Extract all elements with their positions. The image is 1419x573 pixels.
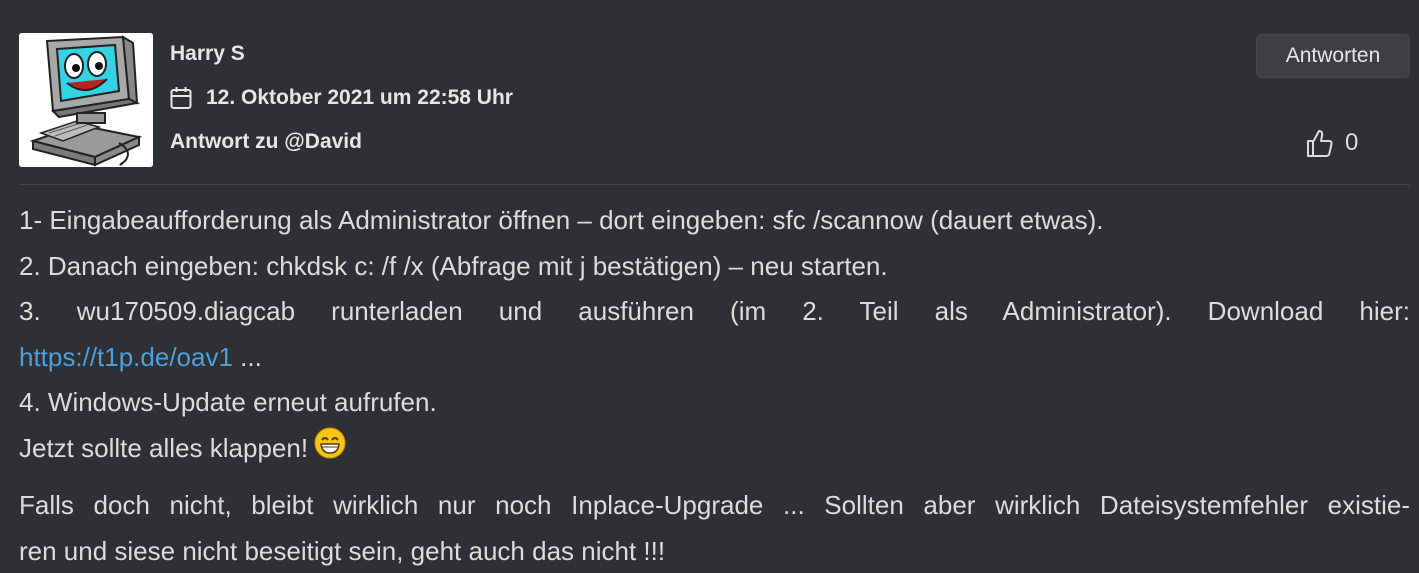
body-line-2: 2. Danach eingeben: chkdsk c: /f /x (Abf…	[19, 250, 888, 281]
thumbs-up-icon	[1305, 128, 1335, 158]
header-divider	[19, 184, 1410, 185]
body-line-4: https://t1p.de/oav1 ...	[19, 335, 1410, 381]
para2-line-2: ren und siese nicht beseitigt sein, geht…	[19, 535, 666, 566]
reply-button[interactable]: Antworten	[1256, 34, 1410, 78]
post-body-paragraph-2: Falls doch nicht, bleibt wirklich nur no…	[19, 483, 1410, 573]
body-line-5: 4. Windows-Update erneut aufrufen.	[19, 387, 437, 417]
forum-post: Harry S 12. Oktober 2021 um 22:58 Uhr An…	[0, 0, 1419, 573]
post-date-text: 12. Oktober 2021 um 22:58 Uhr	[206, 86, 513, 109]
para2-line-1: Falls doch nicht, bleibt wirklich nur no…	[19, 490, 1410, 520]
like-count: 0	[1345, 129, 1359, 156]
like-button[interactable]: 0	[1305, 128, 1358, 158]
calendar-icon	[170, 86, 192, 110]
post-body: 1- Eingabeaufforderung als Administrator…	[19, 198, 1410, 473]
body-line-6: Jetzt sollte alles klappen!	[19, 426, 1410, 474]
download-link[interactable]: https://t1p.de/oav1	[19, 342, 233, 372]
computer-mascot-avatar-image	[19, 33, 153, 167]
grinning-face-emoji	[314, 427, 346, 474]
body-line-3: 3. wu170509.diagcab runterladen und ausf…	[19, 296, 1410, 326]
body-line-1: 1- Eingabeaufforderung als Administrator…	[19, 205, 1104, 235]
reply-to-reference[interactable]: Antwort zu @David	[170, 130, 362, 154]
avatar[interactable]	[19, 33, 153, 167]
post-date: 12. Oktober 2021 um 22:58 Uhr	[170, 86, 513, 110]
link-suffix: ...	[232, 341, 262, 372]
author-name[interactable]: Harry S	[170, 42, 245, 66]
body-line-6-text: Jetzt sollte alles klappen!	[19, 432, 309, 463]
